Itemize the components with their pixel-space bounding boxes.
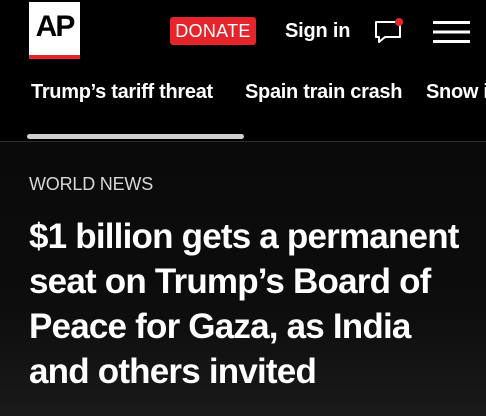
donate-button[interactable]: DONATE	[170, 17, 256, 45]
hamburger-menu-icon[interactable]	[433, 20, 470, 44]
sign-in-link[interactable]: Sign in	[285, 17, 350, 45]
site-header: AP DONATE Sign in	[0, 0, 486, 64]
chat-bubble-icon[interactable]	[373, 17, 405, 45]
article-headline: $1 billion gets a permanent seat on Trum…	[29, 217, 459, 391]
article-header: WORLD NEWS $1 billion gets a permanent s…	[0, 142, 486, 416]
trending-item[interactable]: Spain train crash	[245, 81, 402, 104]
ap-logo[interactable]: AP	[29, 2, 80, 59]
horizontal-scrollbar[interactable]	[27, 134, 244, 139]
notification-dot	[395, 18, 403, 26]
logo-text: AP	[35, 9, 76, 43]
trending-item[interactable]: Trump’s tariff threat	[31, 81, 213, 104]
article-category[interactable]: WORLD NEWS	[29, 174, 153, 195]
trending-item[interactable]: Snow i	[426, 81, 486, 104]
trending-topics-nav: Trump’s tariff threat Spain train crash …	[0, 64, 486, 142]
